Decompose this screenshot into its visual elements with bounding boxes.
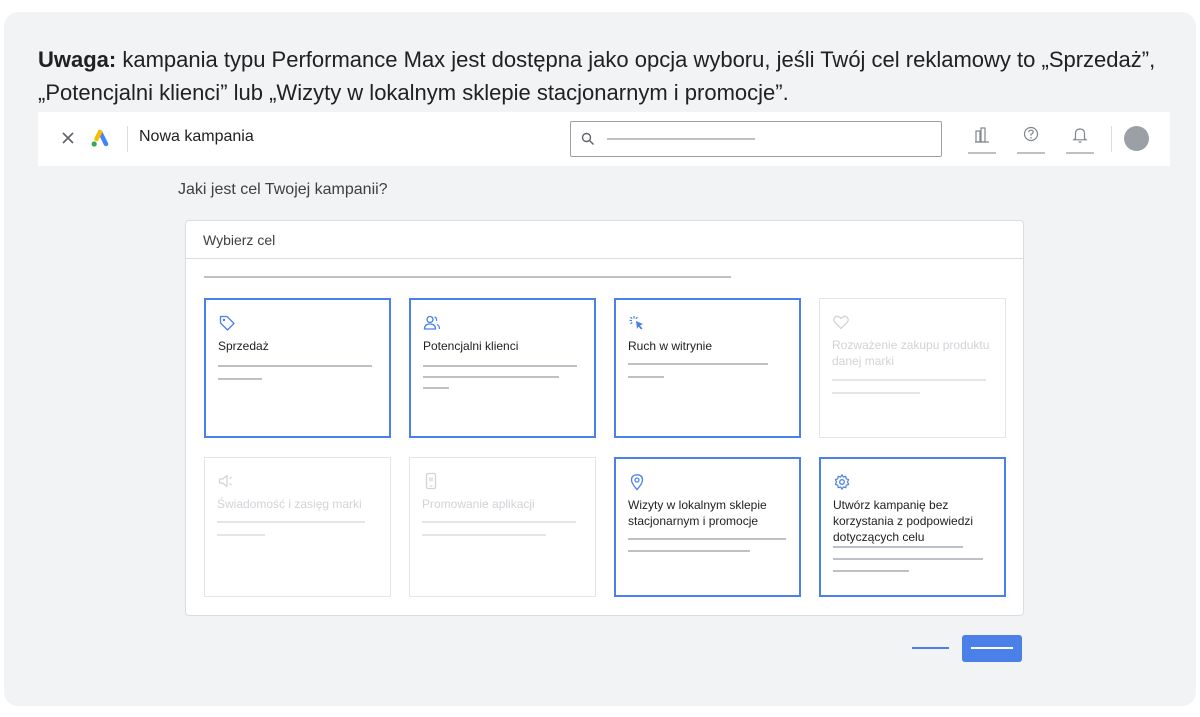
reports-button[interactable]: [968, 124, 996, 154]
placeholder-line: [217, 534, 265, 536]
goal-card-sales[interactable]: Sprzedaż: [204, 298, 391, 438]
gear-icon: [834, 474, 850, 490]
notifications-icon: [1072, 128, 1088, 143]
placeholder-line: [422, 534, 546, 536]
panel-placeholder-line: [204, 276, 731, 278]
placeholder-line: [423, 387, 449, 389]
placeholder-line: [422, 521, 576, 523]
location-pin-icon: [630, 474, 644, 491]
placeholder-line: [832, 392, 920, 394]
goal-card-no-guidance[interactable]: Utwórz kampanię bez korzystania z podpow…: [819, 457, 1006, 597]
goal-label: Utwórz kampanię bez korzystania z podpow…: [833, 498, 974, 544]
toolbar-divider: [1111, 126, 1112, 152]
placeholder-line: [628, 538, 786, 540]
close-icon[interactable]: [60, 130, 76, 146]
goal-label: Wizyty w lokalnym sklepie stacjonarnym i…: [628, 498, 767, 528]
placeholder-line: [833, 570, 909, 572]
goal-question: Jaki jest cel Twojej kampanii?: [178, 181, 388, 198]
goal-card-app-promotion: Promowanie aplikacji: [409, 457, 596, 597]
notifications-button[interactable]: [1066, 124, 1094, 154]
app-bar: Nowa kampania: [38, 112, 1170, 166]
placeholder-line: [833, 558, 983, 560]
reports-icon: [975, 127, 989, 143]
notifications-underline: [1066, 152, 1094, 154]
continue-button-placeholder-line: [971, 647, 1013, 649]
help-button[interactable]: [1017, 124, 1045, 154]
cursor-click-icon: [629, 316, 643, 330]
placeholder-line: [628, 550, 750, 552]
goal-label: Ruch w witrynie: [628, 339, 713, 353]
google-ads-logo: [91, 129, 109, 147]
placeholder-line: [217, 521, 365, 523]
goal-label: Potencjalni klienci: [423, 339, 519, 353]
page-title: Nowa kampania: [139, 128, 254, 145]
goal-panel: Wybierz cel Sprzedaż Potencjalni klienci: [185, 220, 1024, 616]
tag-icon: [219, 315, 235, 331]
goal-card-brand-awareness: Świadomość i zasięg marki: [204, 457, 391, 597]
back-button[interactable]: [912, 647, 949, 649]
goal-card-local-store-visits[interactable]: Wizyty w lokalnym sklepie stacjonarnym i…: [614, 457, 801, 597]
phone-icon: [425, 472, 437, 490]
placeholder-line: [832, 379, 986, 381]
placeholder-line: [218, 365, 372, 367]
speaker-icon: [218, 474, 232, 488]
heart-icon: [833, 315, 849, 330]
placeholder-line: [628, 363, 768, 365]
goal-card-website-traffic[interactable]: Ruch w witrynie: [614, 298, 801, 438]
placeholder-line: [833, 546, 963, 548]
search-input[interactable]: [570, 121, 942, 157]
placeholder-line: [423, 376, 559, 378]
note-text: Uwaga: kampania typu Performance Max jes…: [38, 43, 1168, 109]
goal-card-product-consideration: Rozważenie zakupu produktu danej marki: [819, 298, 1006, 438]
help-icon: [1023, 126, 1039, 142]
note-bold: Uwaga:: [38, 47, 117, 72]
goal-label: Rozważenie zakupu produktu danej marki: [832, 338, 990, 368]
goal-card-leads[interactable]: Potencjalni klienci: [409, 298, 596, 438]
people-icon: [423, 315, 441, 330]
help-underline: [1017, 152, 1045, 154]
avatar[interactable]: [1124, 126, 1149, 151]
placeholder-line: [628, 376, 664, 378]
reports-underline: [968, 152, 996, 154]
goal-label: Sprzedaż: [218, 339, 269, 353]
continue-button[interactable]: [962, 635, 1022, 662]
placeholder-line: [218, 378, 262, 380]
goal-label: Promowanie aplikacji: [422, 497, 535, 511]
search-icon: [581, 132, 594, 145]
appbar-divider: [127, 126, 128, 152]
goal-label: Świadomość i zasięg marki: [217, 497, 362, 511]
note-body: kampania typu Performance Max jest dostę…: [38, 47, 1156, 105]
search-placeholder-line: [607, 138, 755, 140]
panel-header: Wybierz cel: [186, 221, 1023, 259]
placeholder-line: [423, 365, 577, 367]
